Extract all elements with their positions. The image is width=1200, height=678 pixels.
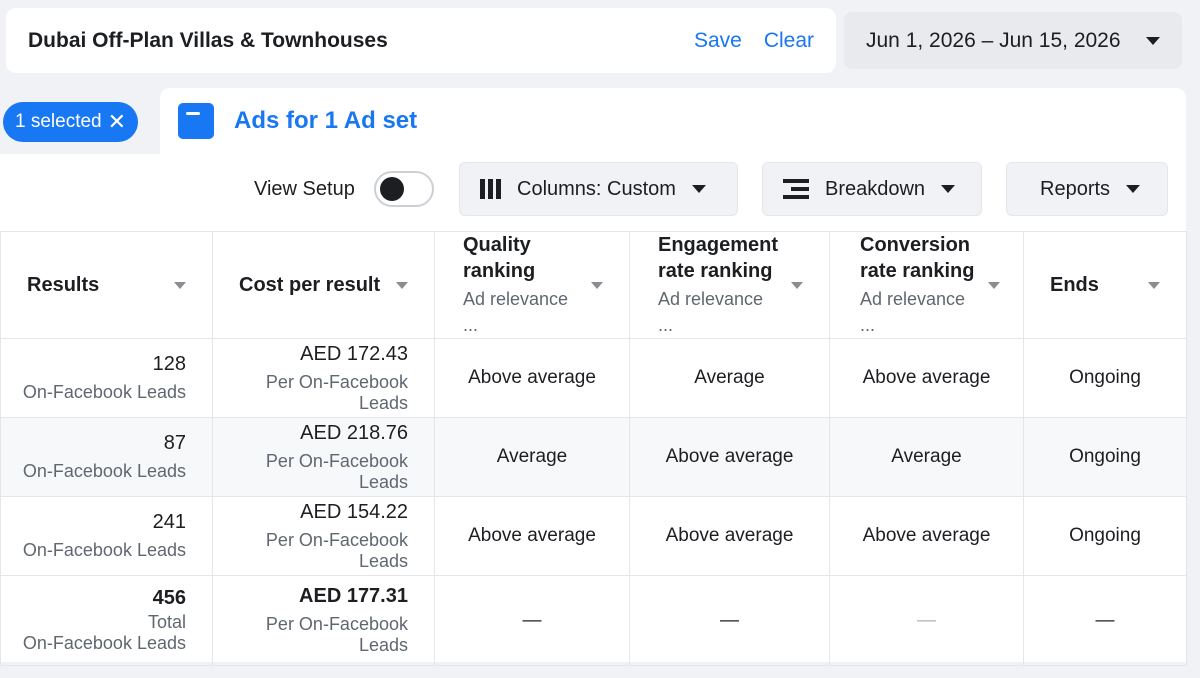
results-cell: 241 On-Facebook Leads — [0, 496, 213, 576]
cost-cell: AED 154.22 Per On-Facebook Leads — [212, 496, 435, 576]
total-ends-cell: — — [1023, 575, 1187, 666]
columns-dropdown[interactable]: Columns: Custom — [459, 162, 738, 216]
chevron-down-icon — [1146, 36, 1160, 45]
adset-title[interactable]: Ads for 1 Ad set — [234, 107, 417, 135]
chevron-down-icon — [691, 185, 706, 193]
reports-label: Reports — [1040, 177, 1111, 200]
conversion-cell: Average — [829, 417, 1024, 497]
campaign-title: Dubai Off-Plan Villas & Townhouses — [28, 28, 388, 52]
conversion-cell: Above average — [829, 496, 1024, 576]
column-header-cost-per-result[interactable]: Cost per result — [212, 231, 435, 339]
cost-cell: AED 172.43 Per On-Facebook Leads — [212, 338, 435, 418]
quality-cell: Above average — [434, 496, 630, 576]
results-unit: On-Facebook Leads — [22, 382, 186, 402]
total-results-label: Total — [147, 612, 186, 632]
table-toolbar: View Setup Columns: Custom Breakdown Rep… — [0, 154, 1186, 231]
column-title: Results — [27, 274, 100, 296]
ads-table: Results Cost per result Quality ranking A… — [0, 231, 1187, 666]
cost-unit: Per On-Facebook Leads — [265, 371, 408, 413]
breakdown-dropdown[interactable]: Breakdown — [762, 162, 982, 216]
total-cost-cell: AED 177.31 Per On-Facebook Leads — [212, 575, 435, 666]
breakdown-icon — [783, 179, 809, 199]
cost-value: AED 154.22 — [300, 500, 408, 523]
total-cost-unit: Per On-Facebook Leads — [265, 614, 408, 655]
view-setup-toggle[interactable] — [374, 171, 434, 207]
ends-cell: Ongoing — [1023, 338, 1187, 418]
total-cost-value: AED 177.31 — [299, 585, 408, 607]
cost-cell: AED 218.76 Per On-Facebook Leads — [212, 417, 435, 497]
cost-value: AED 218.76 — [300, 421, 408, 444]
chevron-down-icon — [1126, 185, 1141, 193]
engagement-cell: Average — [629, 338, 830, 418]
total-conversion-cell: — — [829, 575, 1024, 666]
selected-chip[interactable]: 1 selected ✕ — [3, 102, 138, 142]
column-title: Ends — [1050, 274, 1099, 296]
toggle-knob — [380, 177, 404, 201]
table-row[interactable]: 241 On-Facebook Leads AED 154.22 Per On-Fa… — [0, 496, 1187, 576]
selected-chip-label: 1 selected — [15, 111, 102, 132]
sort-caret-icon[interactable] — [1148, 281, 1160, 289]
results-unit: On-Facebook Leads — [22, 461, 186, 481]
column-subtitle: Ad relevance ... — [463, 289, 569, 335]
table-total-row: 456 Total On-Facebook Leads AED 177.31 Per … — [0, 575, 1187, 666]
clear-button[interactable]: Clear — [764, 29, 814, 53]
date-range-picker[interactable]: Jun 1, 2026 – Jun 15, 2026 — [844, 12, 1182, 69]
save-button[interactable]: Save — [694, 29, 742, 53]
columns-label: Columns: Custom — [517, 177, 676, 200]
chevron-down-icon — [941, 185, 956, 193]
cost-unit: Per On-Facebook Leads — [265, 450, 408, 492]
total-results-value: 456 — [152, 587, 186, 609]
total-results-cell: 456 Total On-Facebook Leads — [0, 575, 213, 666]
results-value: 241 — [152, 511, 186, 533]
ad-set-icon — [178, 103, 214, 139]
table-row[interactable]: 87 On-Facebook Leads AED 218.76 Per On-Fac… — [0, 417, 1187, 497]
total-engagement-cell: — — [629, 575, 830, 666]
column-title: Quality ranking — [463, 234, 536, 282]
sort-caret-icon[interactable] — [591, 281, 603, 289]
ends-cell: Ongoing — [1023, 417, 1187, 497]
column-header-conversion-ranking[interactable]: Conversion rate ranking Ad relevance ... — [829, 231, 1024, 339]
table-header-row: Results Cost per result Quality ranking A… — [0, 231, 1187, 339]
close-icon[interactable]: ✕ — [108, 111, 126, 133]
total-quality-cell: — — [434, 575, 630, 666]
results-value: 87 — [163, 432, 186, 454]
column-subtitle: Ad relevance ... — [658, 289, 764, 335]
total-results-unit: On-Facebook Leads — [22, 633, 186, 653]
column-title: Conversion rate ranking — [860, 234, 975, 282]
engagement-cell: Above average — [629, 417, 830, 497]
sort-caret-icon[interactable] — [174, 281, 186, 289]
results-unit: On-Facebook Leads — [22, 540, 186, 560]
column-header-ends[interactable]: Ends — [1023, 231, 1187, 339]
view-setup-label: View Setup — [254, 178, 355, 200]
column-title: Cost per result — [239, 274, 381, 296]
sort-caret-icon[interactable] — [988, 281, 1000, 289]
quality-cell: Above average — [434, 338, 630, 418]
conversion-cell: Above average — [829, 338, 1024, 418]
results-cell: 87 On-Facebook Leads — [0, 417, 213, 497]
column-header-quality-ranking[interactable]: Quality ranking Ad relevance ... — [434, 231, 630, 339]
column-subtitle: Ad relevance ... — [860, 289, 966, 335]
table-row[interactable]: 128 On-Facebook Leads AED 172.43 Per On-Fa… — [0, 338, 1187, 418]
sort-caret-icon[interactable] — [396, 281, 408, 289]
cost-value: AED 172.43 — [300, 342, 408, 365]
column-header-engagement-ranking[interactable]: Engagement rate ranking Ad relevance ... — [629, 231, 830, 339]
column-title: Engagement rate ranking — [658, 234, 779, 282]
breakdown-label: Breakdown — [825, 177, 926, 200]
columns-icon — [480, 179, 501, 199]
campaign-header: Dubai Off-Plan Villas & Townhouses Save … — [6, 8, 836, 73]
adset-header: Ads for 1 Ad set — [160, 88, 1186, 154]
reports-dropdown[interactable]: Reports — [1006, 162, 1168, 216]
column-header-results[interactable]: Results — [0, 231, 213, 339]
ends-cell: Ongoing — [1023, 496, 1187, 576]
engagement-cell: Above average — [629, 496, 830, 576]
results-value: 128 — [152, 353, 186, 375]
cost-unit: Per On-Facebook Leads — [265, 529, 408, 571]
quality-cell: Average — [434, 417, 630, 497]
date-range-text: Jun 1, 2026 – Jun 15, 2026 — [866, 28, 1121, 52]
sort-caret-icon[interactable] — [791, 281, 803, 289]
results-cell: 128 On-Facebook Leads — [0, 338, 213, 418]
